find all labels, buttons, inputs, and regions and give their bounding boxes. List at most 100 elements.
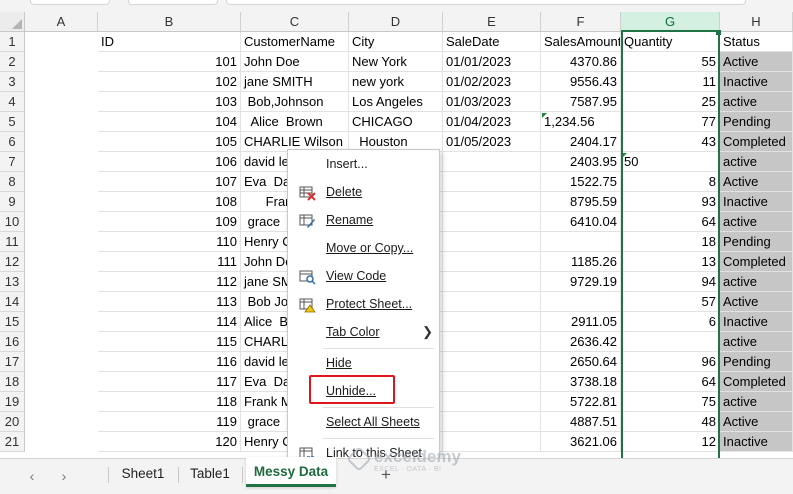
row-header[interactable]: 3	[0, 72, 25, 92]
error-indicator-icon[interactable]	[622, 153, 627, 158]
cell-id[interactable]: 111	[98, 252, 241, 272]
tab-messy-data[interactable]: Messy Data	[246, 457, 336, 487]
cell-amount[interactable]	[541, 292, 621, 312]
cell-empty[interactable]	[720, 432, 793, 452]
error-indicator-icon[interactable]	[542, 113, 547, 118]
cell-empty[interactable]	[720, 152, 793, 172]
menu-item-insert[interactable]: Insert...	[288, 151, 441, 177]
menu-item-delete[interactable]: Delete	[288, 179, 441, 205]
cell-id[interactable]: 105	[98, 132, 241, 152]
cell-city[interactable]: new york	[349, 72, 443, 92]
cell-amount[interactable]: 4887.51	[541, 412, 621, 432]
row-header[interactable]: 9	[0, 192, 25, 212]
cell-id[interactable]: 115	[98, 332, 241, 352]
cell-id[interactable]: 118	[98, 392, 241, 412]
cell-qty[interactable]: 25	[621, 92, 720, 112]
row-header[interactable]: 6	[0, 132, 25, 152]
cell-empty[interactable]	[720, 92, 793, 112]
cell-id[interactable]: 119	[98, 412, 241, 432]
cell-qty[interactable]: 6	[621, 312, 720, 332]
cell-qty[interactable]: 75	[621, 392, 720, 412]
column-header-g[interactable]: G	[621, 12, 720, 32]
cell-empty[interactable]	[720, 112, 793, 132]
tab-sheet1[interactable]: Sheet1	[110, 459, 176, 489]
cell-id[interactable]: 116	[98, 352, 241, 372]
cell-date[interactable]: 01/05/2023	[443, 132, 541, 152]
row-header[interactable]: 8	[0, 172, 25, 192]
cell-date[interactable]	[443, 232, 541, 252]
cell-id[interactable]: 107	[98, 172, 241, 192]
cell-id[interactable]: 120	[98, 432, 241, 452]
menu-item-view-code[interactable]: View Code	[288, 263, 441, 289]
cell-qty[interactable]: 64	[621, 372, 720, 392]
cell-amount[interactable]: 2650.64	[541, 352, 621, 372]
cell-id[interactable]: 106	[98, 152, 241, 172]
header-cell-qty[interactable]: Quantity	[621, 32, 720, 52]
cell-name[interactable]: Bob,Johnson	[241, 92, 349, 112]
cell-date[interactable]	[443, 352, 541, 372]
header-cell-id[interactable]: ID	[98, 32, 241, 52]
cell-id[interactable]: 104	[98, 112, 241, 132]
column-header-f[interactable]: F	[541, 12, 621, 32]
cell-qty[interactable]: 48	[621, 412, 720, 432]
row-header[interactable]: 5	[0, 112, 25, 132]
cell-empty[interactable]	[720, 372, 793, 392]
cell-date[interactable]: 01/04/2023	[443, 112, 541, 132]
menu-item-protect-sheet[interactable]: Protect Sheet...	[288, 291, 441, 317]
cell-qty[interactable]: 94	[621, 272, 720, 292]
cell-empty[interactable]	[720, 212, 793, 232]
row-header[interactable]: 4	[0, 92, 25, 112]
cell-city[interactable]: Los Angeles	[349, 92, 443, 112]
cell-date[interactable]: 01/02/2023	[443, 72, 541, 92]
cell-id[interactable]: 110	[98, 232, 241, 252]
column-header-c[interactable]: C	[241, 12, 349, 32]
cell-qty[interactable]: 8	[621, 172, 720, 192]
cell-id[interactable]: 114	[98, 312, 241, 332]
cell-date[interactable]	[443, 372, 541, 392]
row-header[interactable]: 18	[0, 372, 25, 392]
row-header[interactable]: 14	[0, 292, 25, 312]
row-header[interactable]: 13	[0, 272, 25, 292]
header-cell-amount[interactable]: SalesAmount	[541, 32, 621, 52]
column-header-b[interactable]: B	[98, 12, 241, 32]
cell-amount[interactable]: 2911.05	[541, 312, 621, 332]
cell-id[interactable]: 101	[98, 52, 241, 72]
cell-qty[interactable]: 57	[621, 292, 720, 312]
cell-amount[interactable]: 5722.81	[541, 392, 621, 412]
cell-date[interactable]	[443, 312, 541, 332]
cell-id[interactable]: 117	[98, 372, 241, 392]
row-header[interactable]: 19	[0, 392, 25, 412]
row-header[interactable]: 17	[0, 352, 25, 372]
cell-qty[interactable]: 18	[621, 232, 720, 252]
cell-id[interactable]: 108	[98, 192, 241, 212]
cell-empty[interactable]	[720, 352, 793, 372]
row-header[interactable]: 10	[0, 212, 25, 232]
cell-amount[interactable]: 1,234.56	[541, 112, 621, 132]
cell-qty[interactable]: 13	[621, 252, 720, 272]
row-header[interactable]: 15	[0, 312, 25, 332]
cell-amount[interactable]: 3621.06	[541, 432, 621, 452]
menu-item-tab-color[interactable]: Tab Color ❯	[288, 319, 441, 345]
cell-qty[interactable]: 96	[621, 352, 720, 372]
column-header-h[interactable]: H	[720, 12, 793, 32]
menu-item-select-all-sheets[interactable]: Select All Sheets	[288, 409, 441, 435]
chevron-right-icon[interactable]: ›	[54, 467, 74, 485]
cell-id[interactable]: 113	[98, 292, 241, 312]
cell-amount[interactable]: 2404.17	[541, 132, 621, 152]
cell-empty[interactable]	[720, 272, 793, 292]
cell-amount[interactable]: 3738.18	[541, 372, 621, 392]
cell-empty[interactable]	[720, 72, 793, 92]
row-header[interactable]: 7	[0, 152, 25, 172]
header-cell-date[interactable]: SaleDate	[443, 32, 541, 52]
select-all-corner[interactable]	[0, 12, 25, 32]
menu-item-move-copy[interactable]: Move or Copy...	[288, 235, 441, 261]
menu-item-hide[interactable]: Hide	[288, 350, 441, 376]
fill-handle[interactable]	[716, 30, 721, 35]
cell-date[interactable]: 01/03/2023	[443, 92, 541, 112]
cell-date[interactable]	[443, 212, 541, 232]
row-header[interactable]: 1	[0, 32, 25, 52]
row-header[interactable]: 2	[0, 52, 25, 72]
cell-empty[interactable]	[720, 412, 793, 432]
cell-amount[interactable]: 7587.95	[541, 92, 621, 112]
cell-date[interactable]	[443, 392, 541, 412]
